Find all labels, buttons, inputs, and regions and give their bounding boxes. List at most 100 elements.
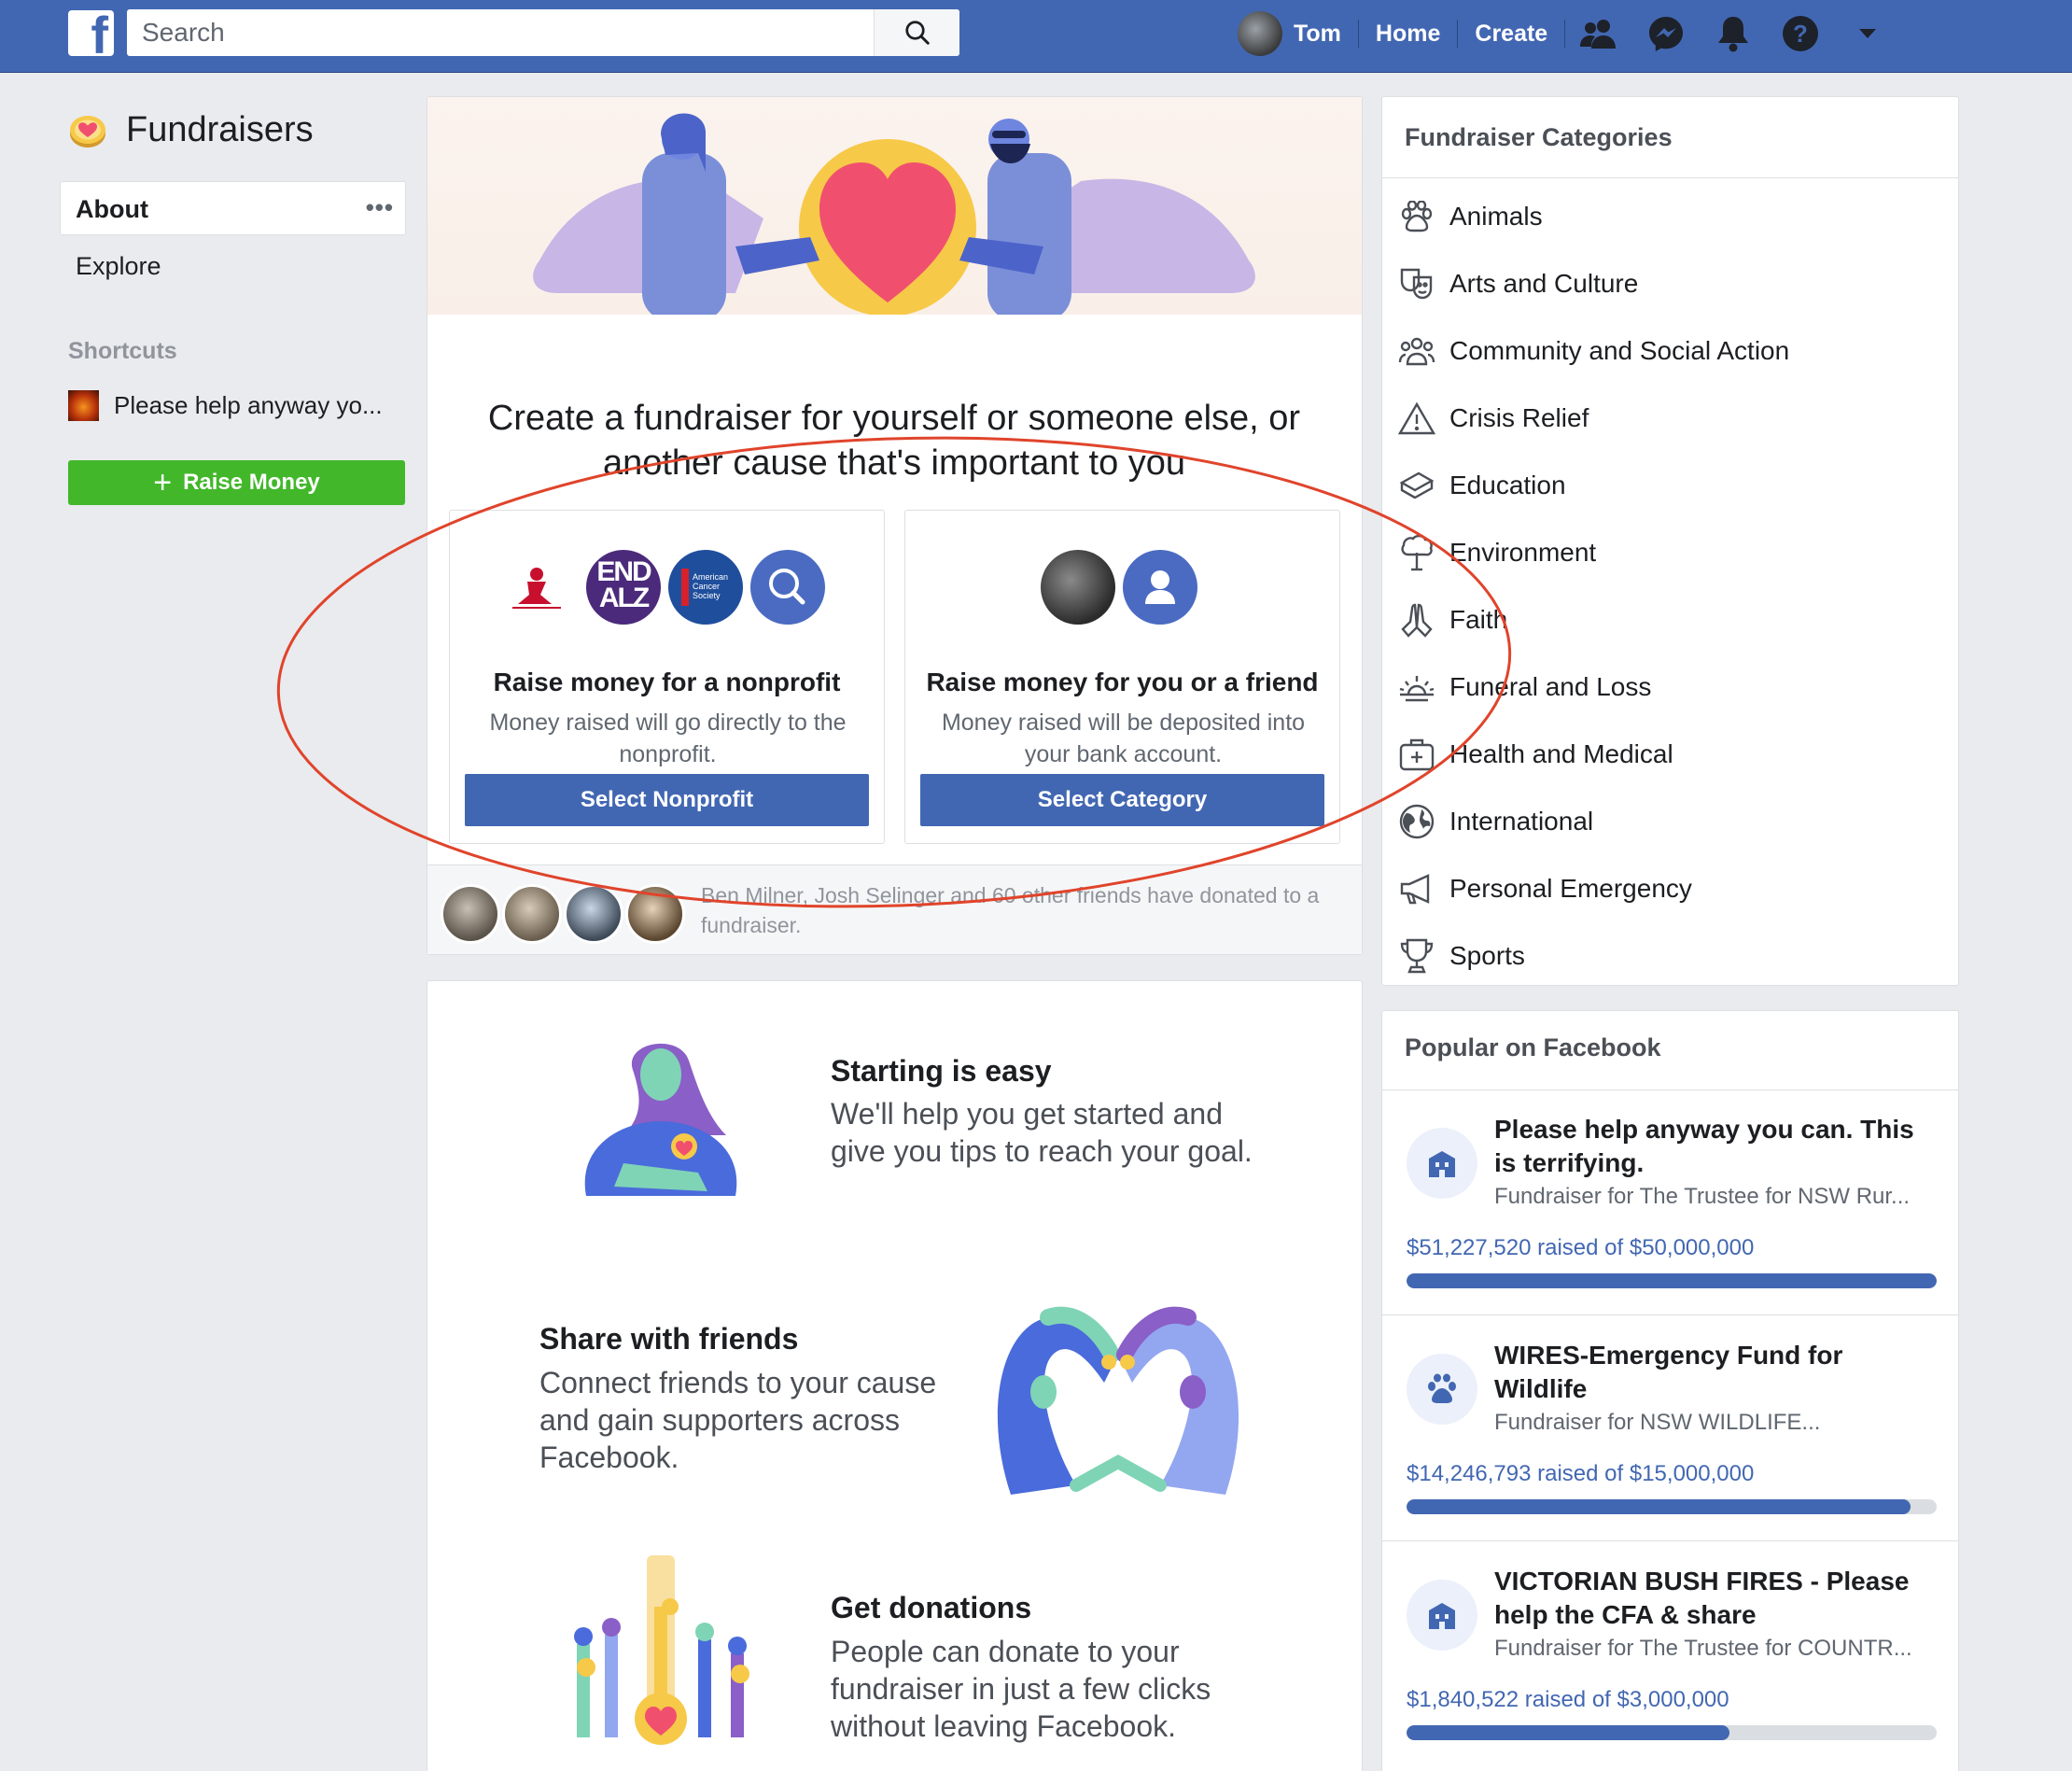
search-icon bbox=[904, 21, 930, 45]
share-heart-illustration bbox=[997, 1306, 1239, 1495]
page-title: Fundraisers bbox=[68, 110, 314, 150]
american-cancer-society-logo-icon: American Cancer Society bbox=[668, 550, 743, 625]
account-menu-button[interactable] bbox=[1834, 9, 1901, 58]
select-category-button[interactable]: Select Category bbox=[920, 774, 1324, 826]
create-link[interactable]: Create bbox=[1458, 9, 1564, 58]
personal-option-title: Raise money for you or a friend bbox=[926, 668, 1319, 696]
hero-title: Create a fundraiser for yourself or some… bbox=[487, 399, 1301, 483]
messenger-button[interactable] bbox=[1632, 9, 1700, 58]
praying-hands-icon bbox=[1397, 600, 1436, 640]
fundraiser-amount-raised: $1,840,522 raised of $3,000,000 bbox=[1407, 1687, 1729, 1712]
category-education[interactable]: Education bbox=[1397, 459, 1566, 512]
step-title: Share with friends bbox=[539, 1322, 799, 1356]
popular-fundraiser-item[interactable]: VICTORIAN BUSH FIRES - Please help the C… bbox=[1382, 1542, 1958, 1767]
create-fundraiser-card: Create a fundraiser for yourself or some… bbox=[427, 96, 1363, 955]
globe-icon bbox=[1397, 802, 1436, 841]
popular-on-facebook-panel: Popular on Facebook Please help anyway y… bbox=[1381, 1010, 1959, 1771]
friends-donated-bar: Ben Milner, Josh Selinger and 60 other f… bbox=[427, 864, 1362, 954]
category-label: Personal Emergency bbox=[1449, 874, 1692, 903]
category-label: Faith bbox=[1449, 605, 1508, 634]
category-international[interactable]: International bbox=[1397, 795, 1593, 848]
divider bbox=[1382, 177, 1958, 178]
hero-illustration bbox=[427, 97, 1362, 315]
step-description: We'll help you get started and give you … bbox=[831, 1097, 1253, 1168]
notifications-button[interactable] bbox=[1700, 9, 1767, 58]
popular-fundraiser-item[interactable]: WIRES-Emergency Fund for Wildlife Fundra… bbox=[1382, 1316, 1958, 1541]
friend-avatar[interactable] bbox=[564, 884, 623, 944]
raise-money-button[interactable]: + Raise Money bbox=[68, 460, 405, 505]
building-icon bbox=[1407, 1580, 1477, 1651]
shortcut-fundraiser[interactable]: Please help anyway yo... bbox=[68, 390, 383, 421]
search-nonprofit-icon[interactable] bbox=[750, 550, 825, 625]
category-label: Environment bbox=[1449, 538, 1597, 567]
person-icon bbox=[1123, 550, 1197, 625]
step-title: Starting is easy bbox=[831, 1054, 1052, 1088]
paw-icon bbox=[1397, 197, 1436, 236]
fundraiser-title[interactable]: WIRES-Emergency Fund for Wildlife bbox=[1494, 1339, 1942, 1406]
friend-avatar[interactable] bbox=[441, 884, 500, 944]
endalz-logo-icon: END ALZ bbox=[586, 550, 661, 625]
select-nonprofit-button[interactable]: Select Nonprofit bbox=[465, 774, 869, 826]
top-nav-right: Tom Home Create ? bbox=[1238, 9, 1901, 58]
plus-icon: + bbox=[153, 465, 173, 500]
sidebar-item-about-label: About bbox=[76, 195, 148, 223]
fundraiser-progress-bar bbox=[1407, 1273, 1937, 1288]
search-button[interactable] bbox=[874, 9, 959, 56]
friend-avatar[interactable] bbox=[625, 884, 685, 944]
friend-avatar[interactable] bbox=[502, 884, 562, 944]
category-personal-emergency[interactable]: Personal Emergency bbox=[1397, 863, 1692, 915]
category-funeral-and-loss[interactable]: Funeral and Loss bbox=[1397, 661, 1651, 713]
trophy-icon bbox=[1397, 936, 1436, 976]
personal-option-description: Money raised will be deposited into your… bbox=[941, 710, 1306, 767]
caret-down-icon bbox=[1859, 29, 1877, 38]
step-description: People can donate to your fundraiser in … bbox=[831, 1635, 1211, 1743]
sidebar-item-explore[interactable]: Explore bbox=[76, 252, 161, 281]
top-navigation-bar: f Tom Home Create ? bbox=[0, 0, 2072, 73]
home-link[interactable]: Home bbox=[1359, 9, 1457, 58]
category-label: Sports bbox=[1449, 941, 1525, 970]
shortcut-thumbnail bbox=[68, 390, 99, 421]
more-options-icon[interactable]: ••• bbox=[366, 193, 394, 222]
friends-donated-text: Ben Milner, Josh Selinger and 60 other f… bbox=[701, 883, 1320, 937]
category-sports[interactable]: Sports bbox=[1397, 930, 1525, 982]
sidebar-item-about[interactable]: About ••• bbox=[60, 181, 406, 235]
fundraiser-title[interactable]: VICTORIAN BUSH FIRES - Please help the C… bbox=[1494, 1565, 1942, 1632]
category-animals[interactable]: Animals bbox=[1397, 190, 1543, 243]
sunset-icon bbox=[1397, 668, 1436, 707]
fundraiser-categories-panel: Fundraiser Categories Animals Arts and C… bbox=[1381, 96, 1959, 986]
category-health-and-medical[interactable]: Health and Medical bbox=[1397, 728, 1673, 780]
category-community-and-social-action[interactable]: Community and Social Action bbox=[1397, 325, 1789, 377]
help-button[interactable]: ? bbox=[1767, 9, 1834, 58]
fundraiser-progress-bar bbox=[1407, 1499, 1937, 1514]
fundraiser-amount-raised: $14,246,793 raised of $15,000,000 bbox=[1407, 1461, 1755, 1486]
category-label: Community and Social Action bbox=[1449, 336, 1790, 365]
fundraiser-amount-raised: $51,227,520 raised of $50,000,000 bbox=[1407, 1235, 1755, 1260]
step-title: Get donations bbox=[831, 1591, 1032, 1624]
fundraiser-heart-coin-icon bbox=[70, 115, 105, 148]
nonprofit-option-card[interactable]: END ALZ American Cancer Society Raise mo… bbox=[449, 510, 885, 844]
how-it-works-card: Starting is easy We'll help you get star… bbox=[427, 980, 1363, 1771]
page-title-text: Fundraisers bbox=[126, 110, 314, 149]
category-crisis-relief[interactable]: Crisis Relief bbox=[1397, 392, 1589, 444]
personal-option-card[interactable]: Raise money for you or a friend Money ra… bbox=[904, 510, 1340, 844]
help-icon: ? bbox=[1783, 16, 1819, 51]
category-faith[interactable]: Faith bbox=[1397, 594, 1507, 646]
medical-kit-icon bbox=[1397, 735, 1436, 774]
profile-link[interactable]: Tom bbox=[1294, 9, 1358, 58]
friend-requests-button[interactable] bbox=[1565, 9, 1632, 58]
fundraiser-progress-bar bbox=[1407, 1725, 1937, 1740]
tree-icon bbox=[1397, 533, 1436, 572]
acs-logo-text-line1: American bbox=[693, 572, 729, 582]
category-environment[interactable]: Environment bbox=[1397, 527, 1596, 579]
svg-text:?: ? bbox=[1793, 20, 1808, 48]
fundraiser-title[interactable]: Please help anyway you can. This is terr… bbox=[1494, 1113, 1942, 1180]
popular-fundraiser-item[interactable]: Please help anyway you can. This is terr… bbox=[1382, 1090, 1958, 1315]
progress-fill bbox=[1407, 1273, 1937, 1288]
user-photo-avatar bbox=[1041, 550, 1115, 625]
acs-logo-text-line3: Society bbox=[693, 591, 721, 600]
raise-money-label: Raise Money bbox=[183, 470, 320, 495]
user-avatar[interactable] bbox=[1238, 11, 1282, 56]
category-arts-and-culture[interactable]: Arts and Culture bbox=[1397, 258, 1638, 310]
facebook-logo-icon[interactable]: f bbox=[68, 10, 114, 56]
search-input[interactable] bbox=[127, 9, 874, 56]
